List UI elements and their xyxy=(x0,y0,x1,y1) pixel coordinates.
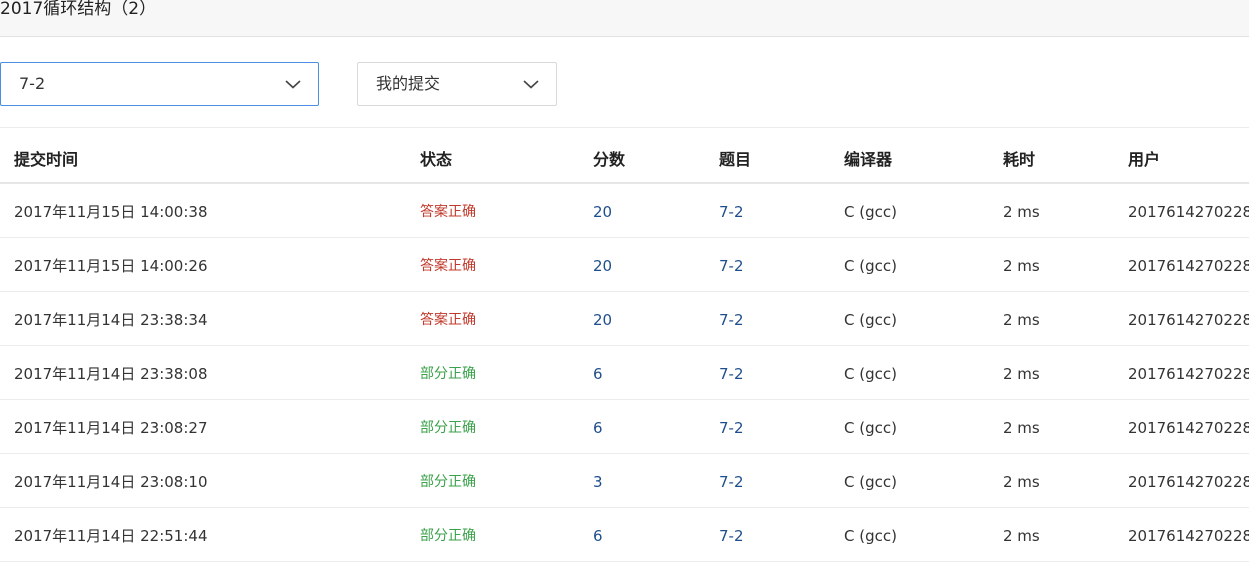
compiler-text: C (gcc) xyxy=(844,311,897,329)
problem-select[interactable]: 7-2 xyxy=(0,62,319,106)
score-link[interactable]: 3 xyxy=(593,472,603,492)
table-row: 2017年11月14日 23:38:34 答案正确 20 7-2 C (gcc) 2 ms… xyxy=(0,292,1249,346)
user-text: 2017614270228 xyxy=(1128,473,1249,491)
table-row: 2017年11月14日 23:08:27 部分正确 6 7-2 C (gcc) 2 ms 2… xyxy=(0,400,1249,454)
time-cost-text: 2 ms xyxy=(1003,257,1040,275)
problem-link[interactable]: 7-2 xyxy=(719,418,744,438)
compiler-text: C (gcc) xyxy=(844,473,897,491)
chevron-down-icon xyxy=(285,80,301,89)
problem-select-value: 7-2 xyxy=(19,74,46,93)
column-header-user[interactable]: 用户 xyxy=(1128,146,1160,170)
time-cost-text: 2 ms xyxy=(1003,473,1040,491)
compiler-text: C (gcc) xyxy=(844,365,897,383)
submission-time: 2017年11月14日 23:08:10 xyxy=(14,473,208,491)
submission-time: 2017年11月15日 14:00:38 xyxy=(14,203,208,221)
user-text: 2017614270228 xyxy=(1128,257,1249,275)
time-cost-text: 2 ms xyxy=(1003,419,1040,437)
table-row: 2017年11月15日 14:00:26 答案正确 20 7-2 C (gcc) 2 ms… xyxy=(0,238,1249,292)
column-header-time[interactable]: 提交时间 xyxy=(14,146,78,170)
page-title: 2017循环结构（2） xyxy=(0,0,157,19)
chevron-down-icon xyxy=(523,80,539,89)
time-cost-text: 2 ms xyxy=(1003,311,1040,329)
table-row: 2017年11月15日 14:00:38 答案正确 20 7-2 C (gcc) 2 ms… xyxy=(0,184,1249,238)
status-link[interactable]: 部分正确 xyxy=(420,418,476,438)
table-body: 2017年11月15日 14:00:38 答案正确 20 7-2 C (gcc) 2 ms… xyxy=(0,184,1249,562)
score-link[interactable]: 6 xyxy=(593,364,603,384)
compiler-text: C (gcc) xyxy=(844,527,897,545)
table-row: 2017年11月14日 23:08:10 部分正确 3 7-2 C (gcc) 2 ms 2… xyxy=(0,454,1249,508)
problem-link[interactable]: 7-2 xyxy=(719,472,744,492)
problem-link[interactable]: 7-2 xyxy=(719,526,744,546)
score-link[interactable]: 6 xyxy=(593,526,603,546)
problem-link[interactable]: 7-2 xyxy=(719,310,744,330)
time-cost-text: 2 ms xyxy=(1003,203,1040,221)
compiler-text: C (gcc) xyxy=(844,419,897,437)
column-header-cost[interactable]: 耗时 xyxy=(1003,146,1035,170)
time-cost-text: 2 ms xyxy=(1003,527,1040,545)
table-row: 2017年11月14日 23:38:08 部分正确 6 7-2 C (gcc) 2 ms 2… xyxy=(0,346,1249,400)
scope-select[interactable]: 我的提交 xyxy=(357,62,557,106)
table-row: 2017年11月14日 22:51:44 部分正确 6 7-2 C (gcc) 2 ms 2… xyxy=(0,508,1249,562)
score-link[interactable]: 6 xyxy=(593,418,603,438)
submission-time: 2017年11月15日 14:00:26 xyxy=(14,257,208,275)
submission-time: 2017年11月14日 23:38:08 xyxy=(14,365,208,383)
user-text: 2017614270228 xyxy=(1128,419,1249,437)
compiler-text: C (gcc) xyxy=(844,203,897,221)
table-header: 提交时间 状态 分数 题目 编译器 耗时 用户 xyxy=(0,127,1249,184)
scope-select-value: 我的提交 xyxy=(376,74,441,93)
status-link[interactable]: 部分正确 xyxy=(420,472,476,492)
column-header-score[interactable]: 分数 xyxy=(593,146,625,170)
score-link[interactable]: 20 xyxy=(593,202,612,222)
user-text: 2017614270228 xyxy=(1128,203,1249,221)
status-link[interactable]: 答案正确 xyxy=(420,310,476,330)
problem-link[interactable]: 7-2 xyxy=(719,256,744,276)
status-link[interactable]: 答案正确 xyxy=(420,256,476,276)
column-header-compiler[interactable]: 编译器 xyxy=(844,146,892,170)
time-cost-text: 2 ms xyxy=(1003,365,1040,383)
user-text: 2017614270228 xyxy=(1128,365,1249,383)
score-link[interactable]: 20 xyxy=(593,310,612,330)
status-link[interactable]: 答案正确 xyxy=(420,202,476,222)
user-text: 2017614270228 xyxy=(1128,311,1249,329)
submission-time: 2017年11月14日 23:08:27 xyxy=(14,419,208,437)
problem-link[interactable]: 7-2 xyxy=(719,364,744,384)
column-header-status[interactable]: 状态 xyxy=(420,146,452,170)
status-link[interactable]: 部分正确 xyxy=(420,526,476,546)
status-link[interactable]: 部分正确 xyxy=(420,364,476,384)
problem-link[interactable]: 7-2 xyxy=(719,202,744,222)
user-text: 2017614270228 xyxy=(1128,527,1249,545)
compiler-text: C (gcc) xyxy=(844,257,897,275)
submission-time: 2017年11月14日 22:51:44 xyxy=(14,527,208,545)
column-header-problem[interactable]: 题目 xyxy=(719,146,751,170)
submissions-table: 提交时间 状态 分数 题目 编译器 耗时 用户 2017年11月15日 14:0… xyxy=(0,127,1249,562)
submission-time: 2017年11月14日 23:38:34 xyxy=(14,311,208,329)
page-header: 2017循环结构（2） xyxy=(0,0,1249,37)
score-link[interactable]: 20 xyxy=(593,256,612,276)
